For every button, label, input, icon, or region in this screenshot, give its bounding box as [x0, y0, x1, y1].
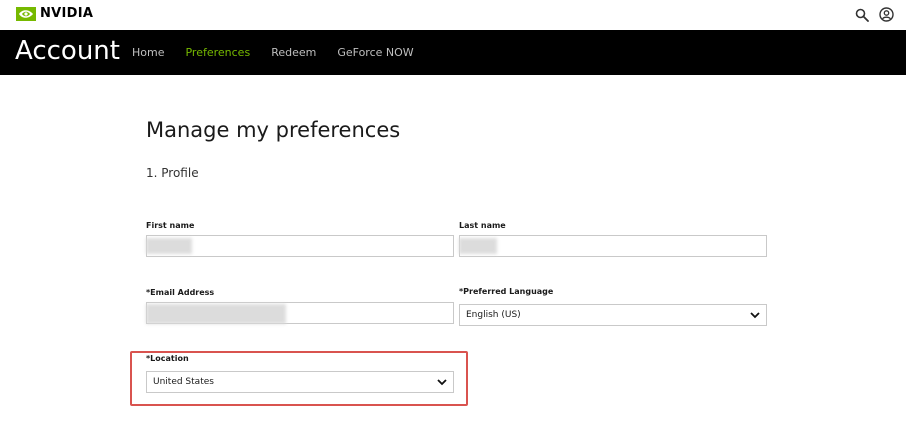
nav-geforce-now[interactable]: GeForce NOW	[337, 46, 413, 59]
nvidia-eye-icon	[16, 6, 36, 21]
account-nav-bar: Account Home Preferences Redeem GeForce …	[0, 30, 906, 75]
page-title: Manage my preferences	[146, 118, 401, 142]
first-name-label: First name	[146, 221, 195, 230]
redacted-first-name	[146, 238, 192, 254]
nav-preferences[interactable]: Preferences	[185, 46, 250, 59]
nav-home[interactable]: Home	[132, 46, 164, 59]
email-label: *Email Address	[146, 288, 215, 297]
nvidia-logo[interactable]: NVIDIA	[16, 6, 93, 21]
nav-redeem[interactable]: Redeem	[271, 46, 316, 59]
redacted-last-name	[459, 238, 497, 254]
section-title-profile: 1. Profile	[146, 166, 199, 180]
top-bar: NVIDIA	[0, 0, 906, 30]
language-select-value: English (US)	[466, 310, 521, 320]
last-name-label: Last name	[459, 221, 506, 230]
redacted-email	[146, 304, 286, 324]
user-circle-icon[interactable]	[879, 7, 894, 22]
first-name-field[interactable]	[146, 235, 454, 257]
search-icon[interactable]	[855, 8, 869, 22]
account-title: Account	[15, 36, 120, 66]
language-select[interactable]: English (US)	[459, 304, 767, 326]
chevron-down-icon	[750, 311, 760, 318]
language-label: *Preferred Language	[459, 287, 554, 296]
account-nav: Home Preferences Redeem GeForce NOW	[132, 46, 414, 59]
last-name-field[interactable]	[459, 235, 767, 257]
location-highlight-box	[130, 351, 468, 406]
brand-name: NVIDIA	[40, 6, 94, 21]
